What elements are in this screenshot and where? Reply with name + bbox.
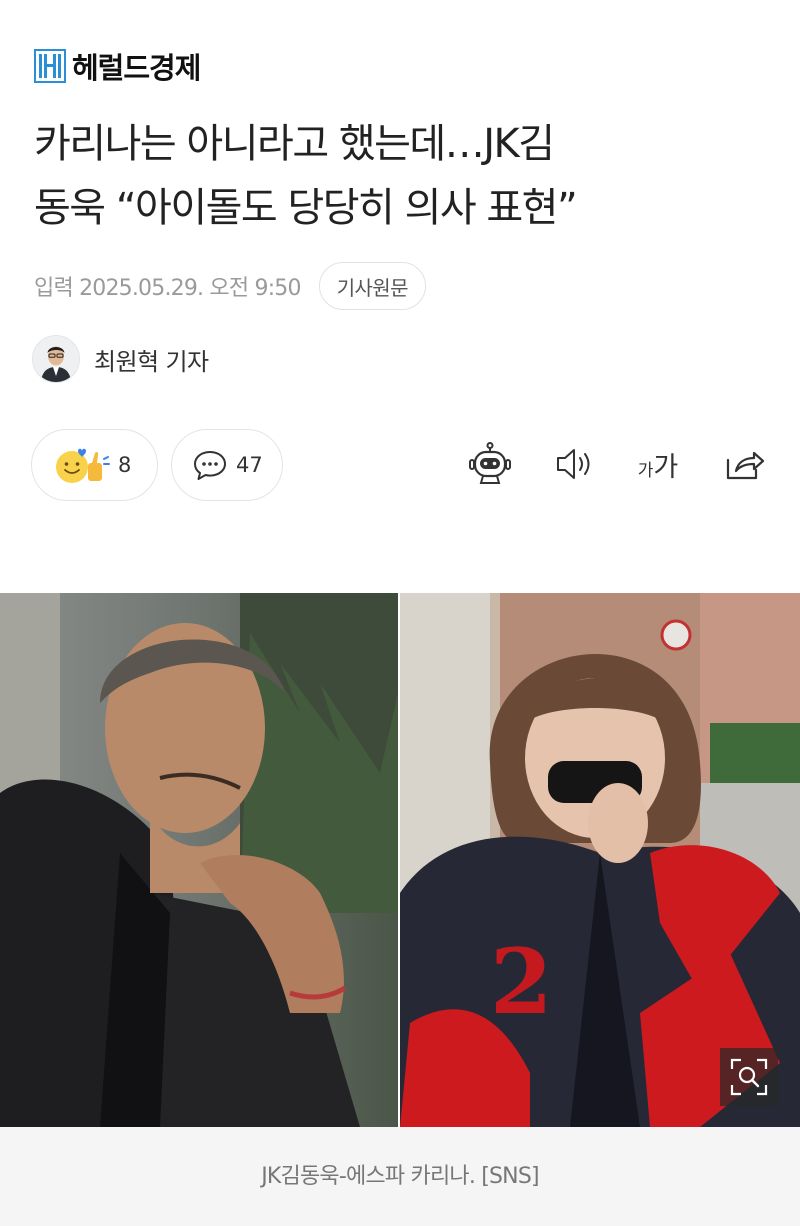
summary-bot-button[interactable] — [466, 440, 514, 488]
photo-jk-kim-dongwook — [0, 593, 398, 1127]
author-info[interactable]: 최원혁 기자 — [32, 334, 209, 384]
speaker-icon — [557, 449, 590, 479]
article-headline: 카리나는 아니라고 했는데…JK김 동욱 “아이돌도 당당히 의사 표현” — [34, 112, 774, 240]
headline-line-1: 카리나는 아니라고 했는데…JK김 — [34, 121, 555, 167]
masthead-name: 헤럴드경제 — [72, 51, 201, 85]
photo-zoom-button[interactable] — [720, 1048, 778, 1106]
author-avatar — [32, 335, 80, 383]
comment-button[interactable]: 47 — [171, 429, 283, 501]
font-size-large-label: 가 — [653, 451, 679, 483]
text-to-speech-button[interactable] — [550, 440, 598, 488]
reaction-button[interactable]: 8 — [31, 429, 158, 501]
original-article-button[interactable]: 기사원문 — [318, 262, 426, 310]
comment-count: 47 — [236, 453, 263, 477]
font-size-button[interactable]: 가가 — [634, 440, 682, 488]
reaction-emoji-icon — [56, 448, 110, 483]
masthead[interactable]: 헤럴드경제 — [34, 48, 201, 85]
article-meta: 입력 2025.05.29. 오전 9:50 기사원문 — [34, 262, 426, 310]
share-button[interactable] — [720, 440, 768, 488]
robot-summary-icon — [469, 442, 511, 484]
herald-logo-icon — [34, 49, 66, 83]
comment-icon — [194, 451, 226, 480]
font-size-small-label: 가 — [637, 460, 654, 481]
share-icon — [726, 451, 765, 480]
photo-karina: 2 — [400, 593, 800, 1127]
headline-line-2: 동욱 “아이돌도 당당히 의사 표현” — [34, 185, 578, 231]
article-photo[interactable]: 2 — [0, 593, 800, 1127]
svg-text:2: 2 — [490, 929, 553, 1035]
zoom-icon — [730, 1058, 768, 1096]
reaction-count: 8 — [118, 453, 132, 477]
photo-caption: JK김동욱-에스파 카리나. [SNS] — [261, 1164, 539, 1189]
author-name: 최원혁 기자 — [94, 347, 209, 376]
published-date: 입력 2025.05.29. 오전 9:50 — [34, 276, 302, 301]
font-size-icon: 가가 — [638, 445, 678, 484]
article-page: 헤럴드경제 카리나는 아니라고 했는데…JK김 동욱 “아이돌도 당당히 의사 … — [0, 0, 800, 1226]
